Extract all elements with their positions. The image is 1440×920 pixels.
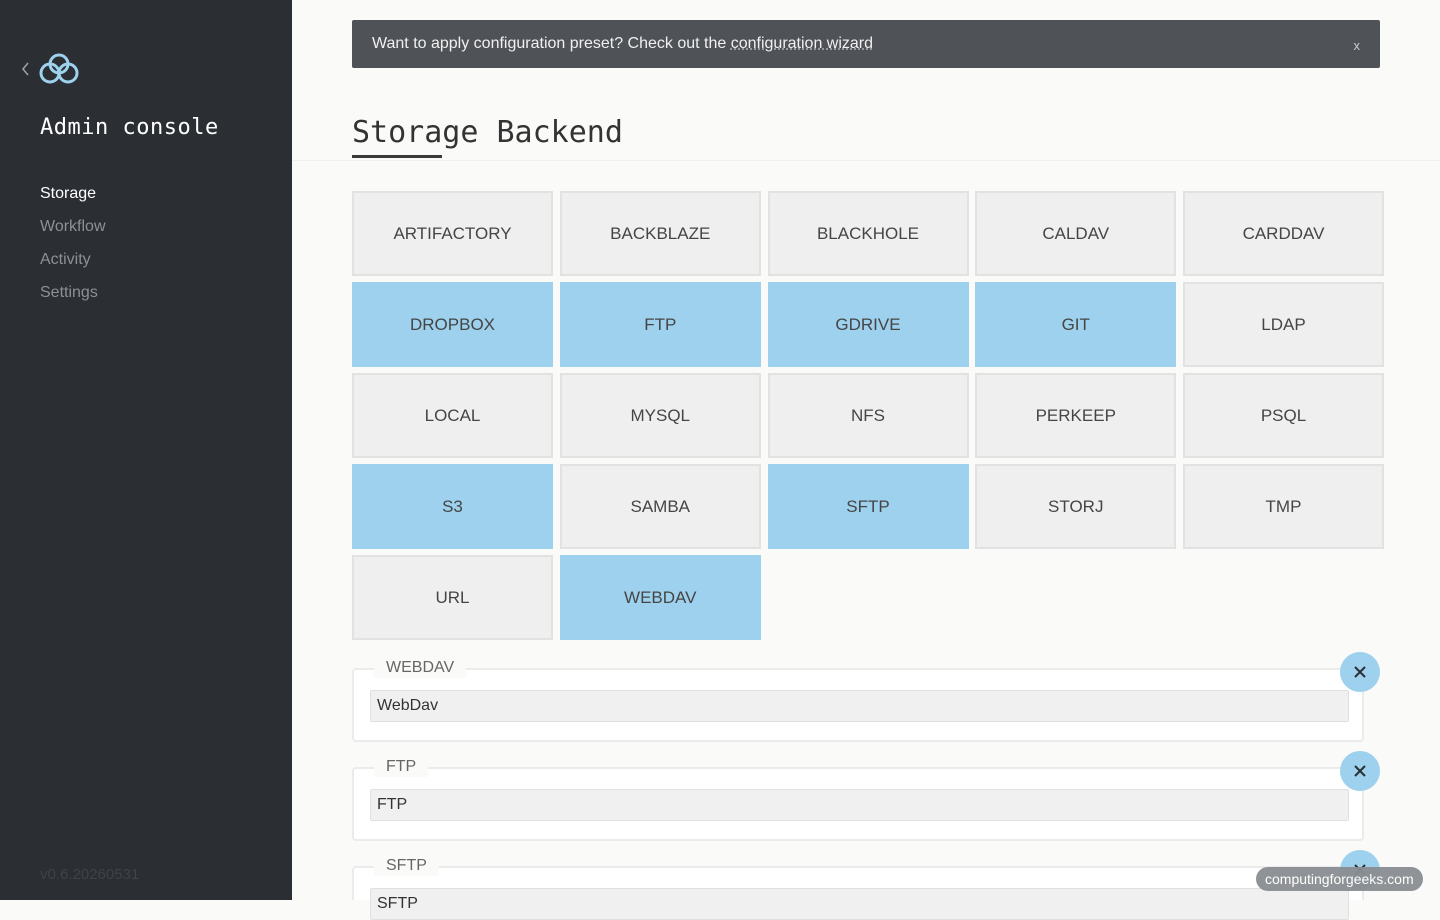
close-icon <box>1354 666 1366 678</box>
config-wizard-link[interactable]: configuration wizard <box>731 35 873 52</box>
backend-tile-psql[interactable]: PSQL <box>1183 373 1384 458</box>
config-section-sftp: SFTP <box>352 856 1364 920</box>
config-section-legend: WEBDAV <box>374 658 467 678</box>
backend-tile-blackhole[interactable]: BLACKHOLE <box>767 191 969 276</box>
sftp-label-input[interactable] <box>370 888 1349 920</box>
nav-item-activity[interactable]: Activity <box>40 243 106 276</box>
watermark: computingforgeeks.com <box>1256 867 1423 891</box>
cloud-icon[interactable] <box>38 52 82 86</box>
backend-tile-ftp[interactable]: FTP <box>559 282 761 367</box>
nav-item-storage[interactable]: Storage <box>40 177 106 210</box>
backend-tile-samba[interactable]: SAMBA <box>559 464 761 549</box>
sidebar-nav: Storage Workflow Activity Settings <box>40 177 106 309</box>
nav-item-workflow[interactable]: Workflow <box>40 210 106 243</box>
backend-tile-gdrive[interactable]: GDRIVE <box>767 282 969 367</box>
chevron-left-icon[interactable] <box>20 61 30 77</box>
backend-tile-local[interactable]: LOCAL <box>352 373 553 458</box>
page-title: Storage Backend <box>352 115 623 150</box>
backend-grid: ARTIFACTORY BACKBLAZE BLACKHOLE CALDAV C… <box>352 191 1384 640</box>
backend-tile-git[interactable]: GIT <box>975 282 1177 367</box>
backend-tile-caldav[interactable]: CALDAV <box>975 191 1177 276</box>
nav-item-settings[interactable]: Settings <box>40 276 106 309</box>
remove-ftp-button[interactable] <box>1340 751 1380 791</box>
backend-tile-nfs[interactable]: NFS <box>767 373 969 458</box>
title-divider <box>292 160 1440 161</box>
app-title: Admin console <box>40 115 219 140</box>
backend-tile-artifactory[interactable]: ARTIFACTORY <box>352 191 553 276</box>
backend-tile-sftp[interactable]: SFTP <box>767 464 969 549</box>
backend-tile-backblaze[interactable]: BACKBLAZE <box>559 191 761 276</box>
config-section-webdav: WEBDAV <box>352 658 1364 742</box>
title-underline <box>352 155 442 158</box>
remove-webdav-button[interactable] <box>1340 652 1380 692</box>
webdav-label-input[interactable] <box>370 690 1349 722</box>
config-section-legend: SFTP <box>374 856 439 876</box>
backend-tile-tmp[interactable]: TMP <box>1183 464 1384 549</box>
sidebar: Admin console Storage Workflow Activity … <box>0 0 292 900</box>
backend-tile-storj[interactable]: STORJ <box>975 464 1177 549</box>
banner-text: Want to apply configuration preset? Chec… <box>372 35 731 52</box>
backend-tile-webdav[interactable]: WEBDAV <box>559 555 761 640</box>
banner-close-button[interactable]: x <box>1354 38 1361 53</box>
backend-tile-dropbox[interactable]: DROPBOX <box>352 282 553 367</box>
config-section-legend: FTP <box>374 757 429 777</box>
backend-tile-s3[interactable]: S3 <box>352 464 553 549</box>
ftp-label-input[interactable] <box>370 789 1349 821</box>
backend-tile-carddav[interactable]: CARDDAV <box>1183 191 1384 276</box>
backend-tile-url[interactable]: URL <box>352 555 553 640</box>
config-wizard-banner: Want to apply configuration preset? Chec… <box>352 20 1380 68</box>
version-label: v0.6.20260531 <box>40 866 140 883</box>
banner-message: Want to apply configuration preset? Chec… <box>372 35 873 53</box>
backend-tile-ldap[interactable]: LDAP <box>1183 282 1384 367</box>
config-section-ftp: FTP <box>352 757 1364 841</box>
backend-tile-mysql[interactable]: MYSQL <box>559 373 761 458</box>
backend-tile-perkeep[interactable]: PERKEEP <box>975 373 1177 458</box>
close-icon <box>1354 765 1366 777</box>
